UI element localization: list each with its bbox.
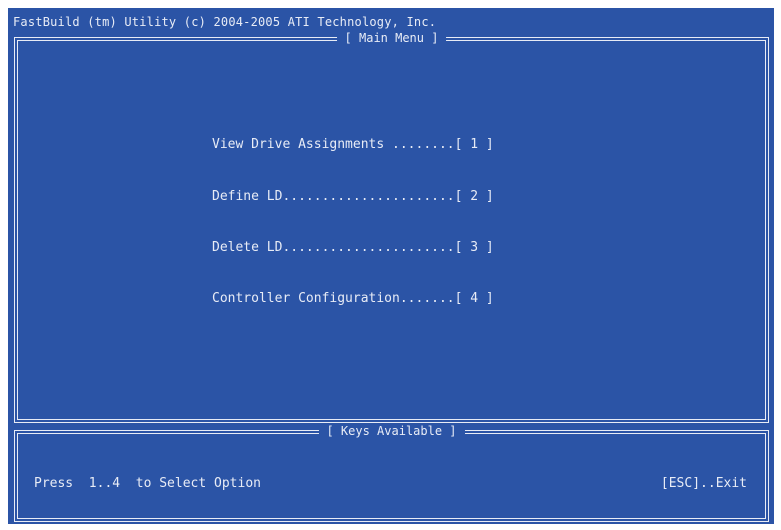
- menu-item-view-drive-assignments[interactable]: View Drive Assignments ........[ 1 ]: [212, 137, 494, 152]
- menu-item-delete-ld[interactable]: Delete LD......................[ 3 ]: [212, 240, 494, 255]
- menu-item-controller-configuration[interactable]: Controller Configuration.......[ 4 ]: [212, 291, 494, 306]
- bios-screen: FastBuild (tm) Utility (c) 2004-2005 ATI…: [8, 8, 774, 524]
- keys-available-panel: [ Keys Available ] Press 1..4 to Select …: [14, 424, 769, 522]
- menu-item-define-ld[interactable]: Define LD......................[ 2 ]: [212, 189, 494, 204]
- esc-exit-key[interactable]: [ESC]..Exit: [661, 476, 747, 491]
- main-menu-panel: [ Main Menu ] View Drive Assignments ...…: [14, 31, 769, 423]
- utility-title: FastBuild (tm) Utility (c) 2004-2005 ATI…: [13, 15, 437, 29]
- main-menu-title: [ Main Menu ]: [336, 31, 447, 45]
- select-option-hint: Press 1..4 to Select Option: [34, 476, 261, 491]
- keys-available-title: [ Keys Available ]: [318, 424, 465, 438]
